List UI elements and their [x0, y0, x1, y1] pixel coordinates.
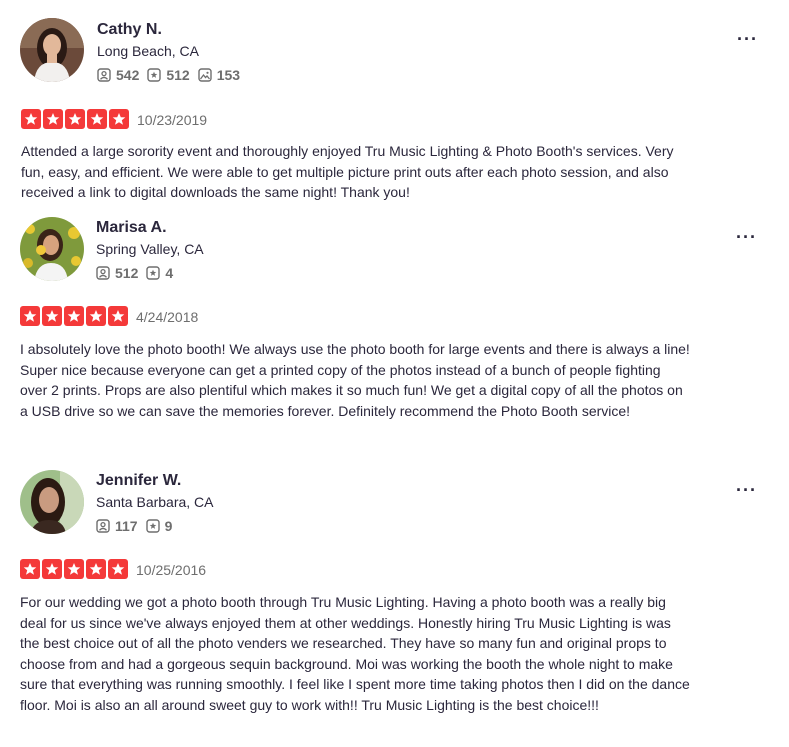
star-icon — [108, 306, 128, 326]
star-icon — [109, 109, 129, 129]
reviewer-name[interactable]: Marisa A. — [96, 218, 167, 238]
review-count: 9 — [164, 518, 173, 534]
reviewer-stats: 542 512 153 — [97, 66, 248, 84]
reviews-stat: 4 — [146, 264, 173, 282]
review-date: 4/24/2018 — [136, 309, 199, 325]
friends-icon — [96, 266, 110, 280]
review-star-icon — [146, 266, 161, 280]
avatar-image — [20, 217, 84, 281]
friends-count: 542 — [116, 67, 140, 83]
star-icon — [87, 109, 107, 129]
reviewer-name[interactable]: Cathy N. — [97, 20, 162, 40]
reviews-stat: 512 — [147, 66, 190, 84]
friends-icon — [97, 68, 111, 82]
photos-stat: 153 — [198, 66, 240, 84]
more-options-icon[interactable]: ··· — [737, 30, 758, 48]
star-icon — [20, 559, 40, 579]
review-text: For our wedding we got a photo booth thr… — [20, 594, 690, 713]
avatar[interactable] — [20, 18, 84, 82]
star-rating — [20, 306, 130, 326]
star-icon — [43, 109, 63, 129]
reviewer-location: Santa Barbara, CA — [96, 494, 214, 510]
friends-stat: 542 — [97, 66, 139, 84]
star-rating — [21, 109, 131, 129]
reviewer-name[interactable]: Jennifer W. — [96, 471, 181, 491]
friends-icon — [96, 519, 110, 533]
star-icon — [65, 109, 85, 129]
more-options-icon[interactable]: ··· — [736, 228, 757, 246]
star-icon — [64, 306, 84, 326]
star-icon — [86, 306, 106, 326]
star-icon — [86, 559, 106, 579]
reviewer-location: Long Beach, CA — [97, 43, 199, 59]
star-icon — [21, 109, 41, 129]
review-star-icon — [145, 519, 160, 533]
review-date: 10/23/2019 — [137, 112, 208, 128]
reviewer-location: Spring Valley, CA — [96, 241, 204, 257]
avatar-image — [20, 18, 84, 82]
star-icon — [108, 559, 128, 579]
avatar[interactable] — [20, 470, 84, 534]
avatar[interactable] — [20, 217, 84, 281]
review-text: I absolutely love the photo booth! We al… — [20, 341, 690, 419]
avatar-image — [20, 470, 84, 534]
review-date: 10/25/2016 — [136, 562, 207, 578]
star-icon — [20, 306, 40, 326]
review-count: 512 — [166, 67, 190, 83]
more-options-icon[interactable]: ··· — [736, 481, 757, 499]
friends-stat: 117 — [96, 517, 138, 535]
review-text: Attended a large sorority event and thor… — [21, 143, 674, 200]
reviews-stat: 9 — [145, 517, 173, 535]
review-count: 4 — [165, 265, 174, 281]
reviewer-stats: 512 4 — [96, 264, 181, 282]
friends-count: 117 — [115, 518, 138, 534]
friends-stat: 512 — [96, 264, 138, 282]
star-icon — [42, 306, 62, 326]
review-star-icon — [147, 68, 162, 82]
star-rating — [20, 559, 130, 579]
photo-icon — [198, 68, 212, 82]
reviewer-stats: 117 9 — [96, 517, 180, 535]
star-icon — [42, 559, 62, 579]
friends-count: 512 — [115, 265, 139, 281]
photo-count: 153 — [216, 67, 241, 83]
star-icon — [64, 559, 84, 579]
